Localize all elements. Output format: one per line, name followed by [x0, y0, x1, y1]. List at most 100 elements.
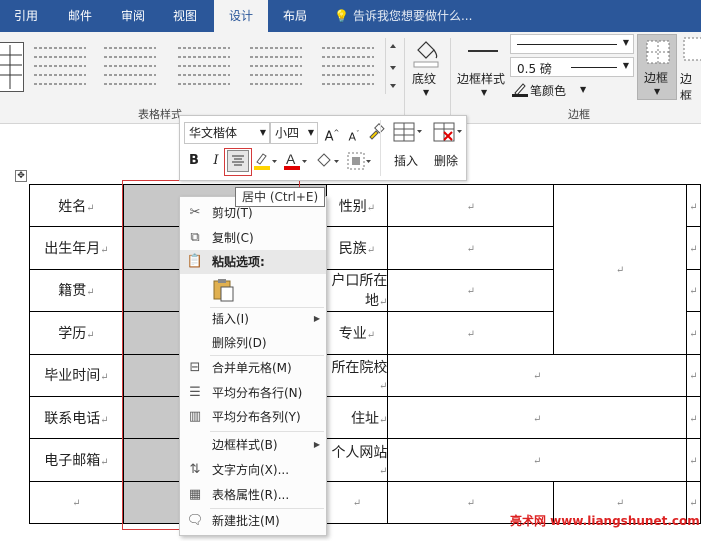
format-painter-button[interactable]	[366, 122, 386, 142]
table-cell[interactable]: 姓名↵	[29, 183, 124, 228]
table-cell[interactable]: ↵	[387, 226, 555, 270]
table-cell[interactable]: ↵	[387, 311, 555, 355]
paste-keep-source-button[interactable]	[212, 277, 236, 303]
scissors-icon: ✂	[189, 205, 201, 220]
borders-button[interactable]: 边框 ▼	[637, 34, 677, 100]
border-styles-line-icon	[468, 50, 498, 52]
highlighter-icon	[254, 153, 277, 170]
table-cell[interactable]: ↵	[685, 311, 701, 355]
table-cell[interactable]: ↵	[387, 268, 555, 313]
shading-dropdown-icon[interactable]: ▼	[423, 88, 429, 97]
table-cell[interactable]: ↵	[685, 353, 701, 397]
pen-style-select[interactable]: ▼	[510, 34, 634, 54]
table-cell[interactable]: 籍贯↵	[29, 268, 124, 313]
borders-group-label: 边框	[568, 108, 590, 121]
table-cell[interactable]: 个人网站↵	[325, 438, 389, 482]
lightbulb-icon: 💡	[334, 9, 349, 23]
table-cell[interactable]: 电子邮箱↵	[29, 438, 124, 482]
table-cell[interactable]: ↵	[685, 268, 701, 313]
menu-item-distribute-rows[interactable]: ☰ 平均分布各行(N)	[180, 381, 326, 405]
border-painter-button[interactable]: 边框	[680, 34, 701, 100]
table-cell[interactable]: 民族↵	[325, 226, 389, 270]
font-color-button[interactable]: A	[282, 150, 308, 170]
pen-style-line-icon	[517, 44, 617, 45]
table-cell[interactable]: ↵	[685, 438, 701, 482]
tell-me-search[interactable]: 💡 告诉我您想要做什么...	[334, 0, 472, 32]
chevron-down-icon: ▼	[580, 85, 587, 94]
chevron-down-icon: ▼	[654, 87, 661, 96]
photo-cell[interactable]: ↵	[553, 184, 687, 355]
pen-icon	[512, 83, 528, 97]
tab-mailings[interactable]: 邮件	[52, 0, 108, 32]
table-cell[interactable]: ↵	[29, 480, 124, 525]
ribbon-tab-bar: 引用 邮件 审阅 视图 设计 布局 💡 告诉我您想要做什么...	[0, 0, 701, 32]
table-cell[interactable]: ↵	[387, 183, 555, 228]
table-styles-gallery[interactable]	[30, 38, 400, 94]
italic-button[interactable]: I	[206, 151, 226, 171]
delete-table-button[interactable]	[430, 120, 464, 148]
table-cell[interactable]: ↵	[387, 395, 687, 440]
table-cell[interactable]: ↵	[387, 438, 687, 482]
insert-table-button[interactable]	[390, 120, 424, 148]
table-cell[interactable]: ↵	[387, 353, 687, 397]
mini-toolbar: 华文楷体 ▼ 小四 ▼ A^ Aˇ B I A 插入 删除	[179, 115, 467, 181]
menu-item-new-comment[interactable]: 🗨 新建批注(M)	[180, 509, 326, 533]
menu-item-text-direction[interactable]: ⇅ 文字方向(X)...	[180, 458, 326, 482]
bold-button[interactable]: B	[184, 151, 204, 171]
table-cell[interactable]: ↵	[685, 395, 701, 440]
table-cell[interactable]: 毕业时间↵	[29, 353, 124, 397]
menu-item-delete-column[interactable]: 删除列(D)	[180, 331, 326, 355]
tab-view[interactable]: 视图	[158, 0, 212, 32]
pen-color-label: 笔颜色	[530, 84, 567, 98]
table-cell[interactable]: 性别↵	[325, 183, 389, 228]
table-cell[interactable]: 户口所在地↵	[325, 268, 389, 313]
font-size-value: 小四	[275, 126, 300, 140]
table-cell[interactable]: ↵	[325, 480, 389, 525]
shading-label: 底纹	[412, 72, 437, 86]
pen-weight-select[interactable]: 0.5 磅 ▼	[510, 57, 634, 77]
grow-font-button[interactable]: A^	[322, 123, 342, 144]
tab-review[interactable]: 审阅	[108, 0, 158, 32]
menu-item-insert[interactable]: 插入(I) ▶	[180, 307, 326, 331]
highlight-color-button[interactable]	[252, 150, 278, 170]
menu-item-border-styles[interactable]: 边框样式(B) ▶	[180, 433, 326, 457]
pen-color-button[interactable]: 笔颜色 ▼	[512, 81, 612, 99]
shrink-font-button[interactable]: Aˇ	[344, 124, 364, 144]
gallery-scroll-arrows-icon	[390, 44, 396, 88]
table-cell[interactable]: 住址↵	[325, 395, 389, 440]
submenu-arrow-icon: ▶	[313, 314, 320, 323]
table-cell[interactable]: 学历↵	[29, 311, 124, 355]
border-styles-dropdown-icon[interactable]: ▼	[481, 88, 487, 97]
borders-mini-button[interactable]	[346, 150, 372, 170]
tab-layout[interactable]: 布局	[268, 0, 322, 32]
table-style-first-thumb[interactable]	[0, 42, 24, 92]
shading-mini-button[interactable]	[314, 150, 340, 170]
tab-references[interactable]: 引用	[0, 0, 52, 32]
tab-design[interactable]: 设计	[214, 0, 268, 32]
font-size-select[interactable]: 小四 ▼	[270, 122, 318, 144]
chevron-down-icon: ▼	[622, 61, 629, 70]
shading-button[interactable]	[410, 36, 442, 72]
table-cell[interactable]: ↵	[685, 226, 701, 270]
comment-icon: 🗨	[186, 513, 204, 528]
menu-item-distribute-columns[interactable]: ▥ 平均分布各列(Y)	[180, 405, 326, 429]
paste-clipboard-icon	[213, 279, 234, 302]
menu-item-copy[interactable]: ⧉ 复制(C)	[180, 226, 326, 250]
border-styles-label[interactable]: 边框样式	[457, 70, 505, 87]
table-cell[interactable]: 联系电话↵	[29, 395, 124, 440]
menu-item-merge-cells[interactable]: ⊟ 合并单元格(M)	[180, 356, 326, 380]
insert-table-icon	[393, 122, 422, 142]
delete-label: 删除	[434, 154, 459, 168]
borders-grid-icon	[646, 40, 670, 64]
table-cell[interactable]: 专业↵	[325, 311, 389, 355]
font-name-select[interactable]: 华文楷体 ▼	[184, 122, 270, 144]
ribbon-separator	[450, 38, 451, 118]
insert-label: 插入	[394, 154, 419, 168]
table-cell[interactable]: 所在院校↵	[325, 353, 389, 397]
gallery-scroll[interactable]	[385, 38, 399, 94]
table-move-handle[interactable]: ✥	[15, 170, 27, 182]
distribute-columns-icon: ▥	[188, 409, 202, 424]
menu-item-table-properties[interactable]: ▦ 表格属性(R)...	[180, 483, 326, 507]
table-cell[interactable]: 出生年月↵	[29, 226, 124, 270]
table-cell[interactable]: ↵	[685, 183, 701, 228]
